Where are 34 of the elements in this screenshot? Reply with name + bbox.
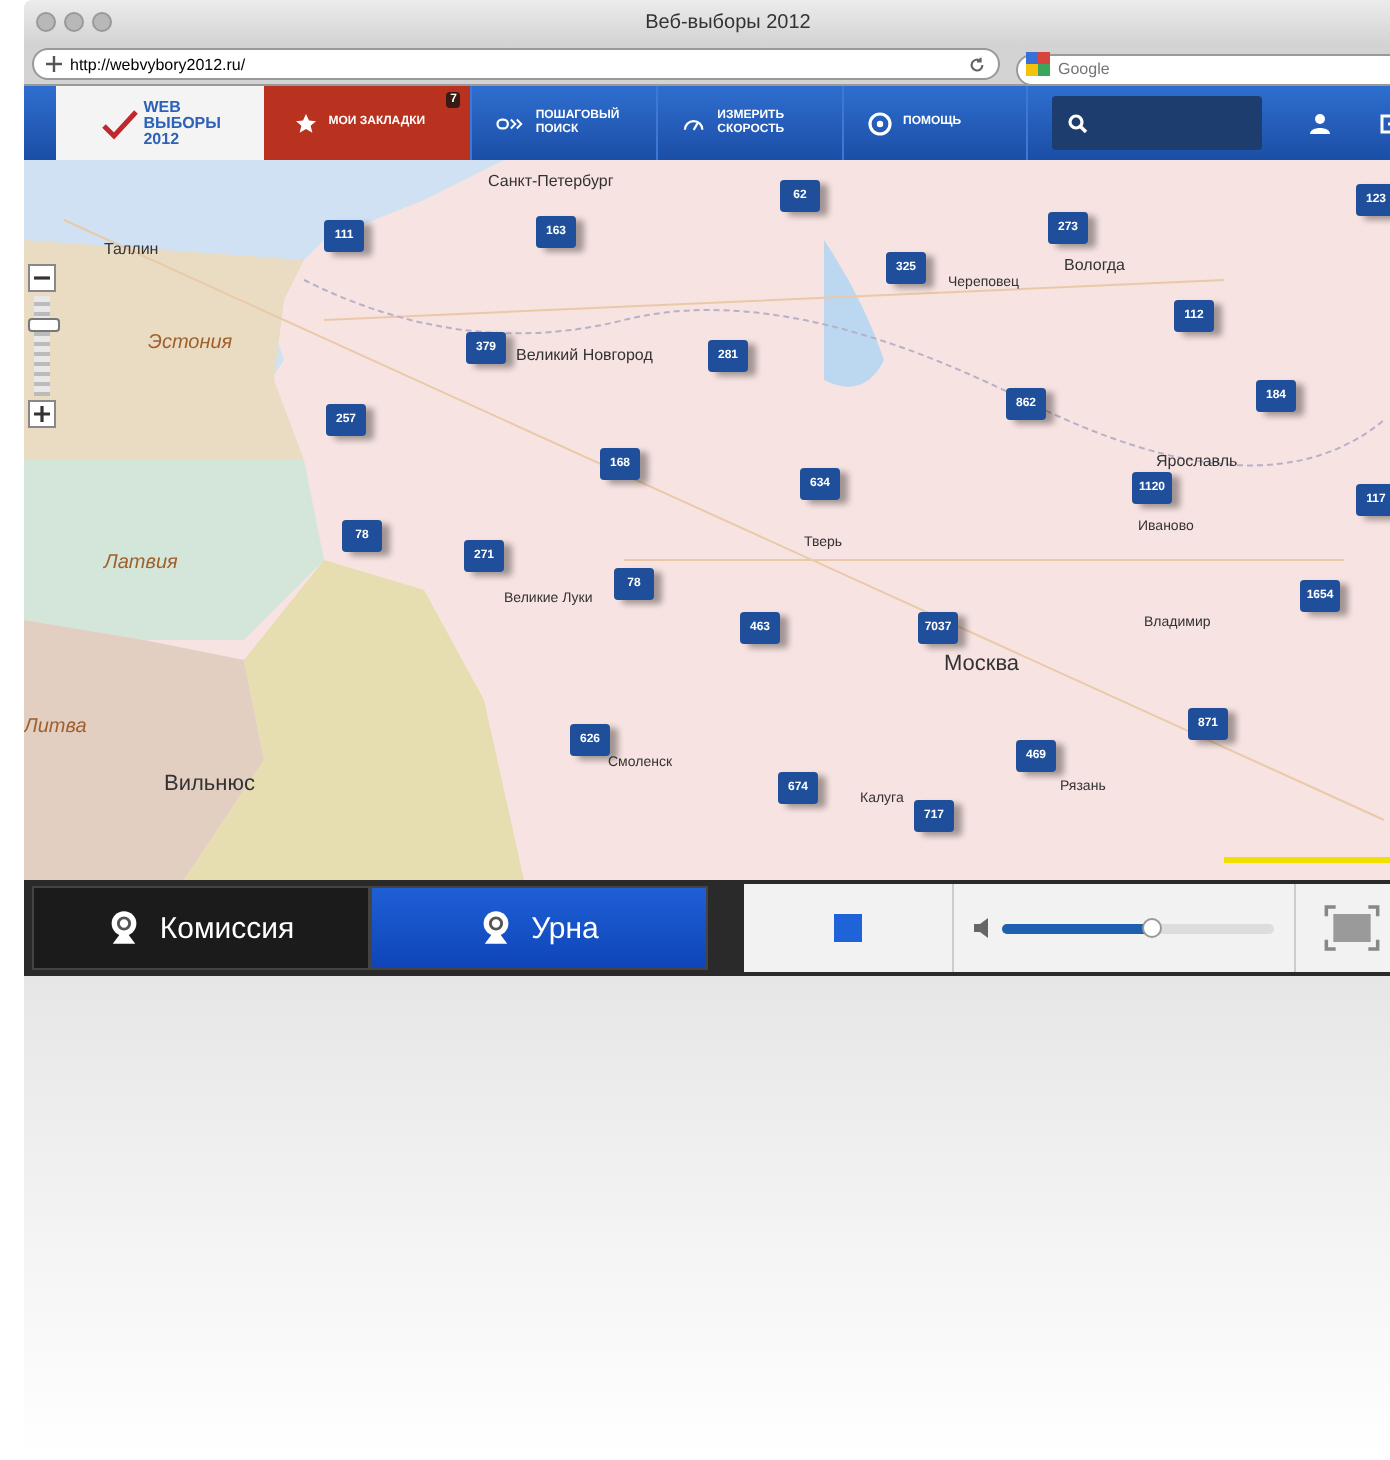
place-label: Таллин <box>104 240 159 258</box>
place-label: Ярославль <box>1156 452 1238 470</box>
zoom-in-icon[interactable] <box>28 400 56 428</box>
speaker-icon <box>974 918 990 938</box>
place-label: Вологда <box>1064 256 1125 274</box>
webcam-icon <box>479 910 512 946</box>
zoom-out-icon[interactable] <box>28 264 56 292</box>
camera-tab[interactable]: Урна <box>370 886 708 970</box>
user-icon <box>1307 111 1332 135</box>
volume-slider[interactable] <box>1002 923 1274 933</box>
webcam-icon <box>107 910 140 946</box>
window-title: Веб-выборы 2012 <box>645 11 811 33</box>
place-label: Великий Новгород <box>516 346 653 364</box>
zoom-slider[interactable] <box>28 264 56 428</box>
place-label: Вильнюс <box>164 772 255 796</box>
zoom-thumb[interactable] <box>28 317 60 332</box>
place-label: Латвия <box>104 552 178 574</box>
site-logo[interactable]: WEB ВЫБОРЫ 2012 <box>56 86 265 160</box>
site-search-field[interactable] <box>1052 96 1262 150</box>
search-icon <box>1068 113 1089 133</box>
search-field[interactable]: Google <box>1016 53 1390 85</box>
google-icon <box>1026 52 1050 76</box>
steps-icon <box>496 113 524 133</box>
help-icon <box>867 111 892 135</box>
plus-icon[interactable] <box>46 56 62 72</box>
star-icon <box>296 113 317 133</box>
fullscreen-icon[interactable] <box>1324 904 1380 952</box>
volume-thumb[interactable] <box>1141 917 1162 937</box>
place-label: Москва <box>944 652 1020 676</box>
address-field[interactable]: http://webvybory2012.ru/ <box>32 48 1000 80</box>
place-label: Санкт-Петербург <box>488 172 614 190</box>
reload-icon[interactable] <box>968 55 986 73</box>
place-label: Эстония <box>148 332 233 354</box>
camera-tab[interactable]: Комиссия <box>32 886 370 970</box>
